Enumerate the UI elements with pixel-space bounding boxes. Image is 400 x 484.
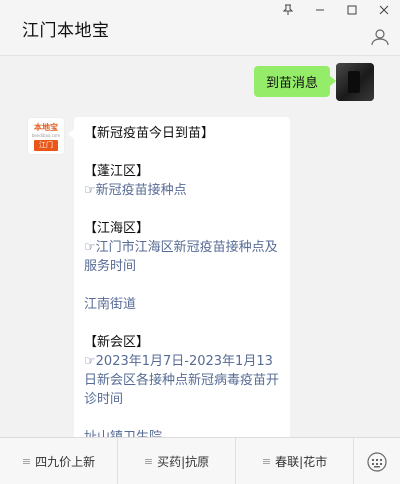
- link-xinhui-vaccine-schedule[interactable]: ☞2023年1月7日-2023年1月13日新会区各接种点新冠病毒疫苗开诊时间: [84, 352, 280, 409]
- window-controls: [272, 0, 400, 20]
- avatar-figure: [348, 71, 360, 93]
- menu-item-label: 四九价上新: [35, 455, 96, 469]
- bendibao-avatar[interactable]: 本地宝 bendibao.com 江门: [27, 117, 65, 155]
- outgoing-message-bubble[interactable]: 到苗消息: [253, 66, 337, 97]
- menu-item-hpv-vaccine[interactable]: ≡ 四九价上新: [0, 438, 118, 484]
- menu-item-label: 买药|抗原: [157, 455, 210, 469]
- link-zhishan-hospital[interactable]: 址山镇卫生院: [84, 428, 280, 437]
- official-account-menu: ≡ 四九价上新 ≡ 买药|抗原 ≡ 春联|花市: [0, 437, 400, 484]
- menu-item-medicine-antigen[interactable]: ≡ 买药|抗原: [118, 438, 236, 484]
- chat-title: 江门本地宝: [22, 21, 110, 41]
- close-icon[interactable]: [368, 0, 400, 20]
- district-header-pengjiang: 【蓬江区】: [84, 164, 150, 179]
- keyboard-icon[interactable]: [354, 438, 400, 484]
- menu-item-label: 春联|花市: [275, 455, 328, 469]
- chat-info-person-icon[interactable]: [370, 28, 390, 46]
- link-jianghai-vaccine-sites[interactable]: ☞江门市江海区新冠疫苗接种点及服务时间: [84, 238, 280, 276]
- message-list[interactable]: 到苗消息 本地宝 bendibao.com 江门 【新冠疫苗今日到苗】 【蓬江区…: [0, 57, 400, 437]
- link-pengjiang-vaccine-sites[interactable]: ☞新冠疫苗接种点: [84, 181, 280, 200]
- menu-lines-icon: ≡: [21, 455, 32, 468]
- district-header-jianghai: 【江海区】: [84, 221, 150, 236]
- logo-text-bottom: 江门: [34, 140, 58, 151]
- minimize-icon[interactable]: [304, 0, 336, 20]
- pin-icon[interactable]: [272, 0, 304, 20]
- menu-item-couplets-flower-market[interactable]: ≡ 春联|花市: [236, 438, 354, 484]
- menu-lines-icon: ≡: [143, 455, 154, 468]
- district-header-xinhui: 【新会区】: [84, 335, 150, 350]
- incoming-message-bubble: 【新冠疫苗今日到苗】 【蓬江区】 ☞新冠疫苗接种点 【江海区】 ☞江门市江海区新…: [68, 117, 290, 437]
- menu-lines-icon: ≡: [261, 455, 272, 468]
- my-avatar[interactable]: [336, 63, 374, 101]
- message-title: 【新冠疫苗今日到苗】: [84, 126, 215, 141]
- title-bar: 江门本地宝: [0, 0, 400, 56]
- maximize-icon[interactable]: [336, 0, 368, 20]
- link-jiangnan-street[interactable]: 江南街道: [84, 295, 280, 314]
- logo-text-sub: bendibao.com: [31, 133, 61, 138]
